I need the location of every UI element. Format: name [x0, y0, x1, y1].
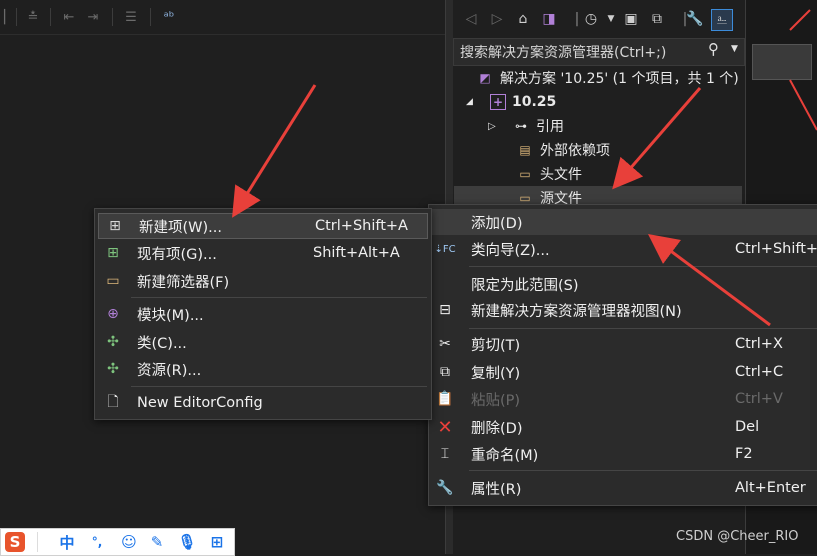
ime-separator	[37, 532, 38, 552]
arrow-right-diag	[789, 79, 817, 131]
arrow-top-right	[789, 9, 811, 31]
arrow-to-new-item	[232, 84, 317, 218]
arrow-to-source-files	[612, 87, 702, 190]
punctuation-toggle[interactable]: °,	[87, 532, 107, 552]
csdn-watermark: CSDN @Cheer_RIO	[676, 529, 799, 544]
emoji-icon[interactable]: ☺	[119, 532, 139, 552]
ime-toolbar: S 中 °, ☺ ✎ 🎙 ⊞	[0, 528, 235, 556]
pen-icon[interactable]: ✎	[147, 532, 167, 552]
arrow-to-add	[647, 234, 771, 327]
annotation-arrows	[232, 9, 817, 327]
toolbox-grid-icon[interactable]: ⊞	[207, 532, 227, 552]
chinese-mode-toggle[interactable]: 中	[57, 532, 77, 552]
microphone-icon[interactable]: 🎙	[177, 532, 197, 552]
sogou-logo-icon[interactable]: S	[5, 532, 25, 552]
